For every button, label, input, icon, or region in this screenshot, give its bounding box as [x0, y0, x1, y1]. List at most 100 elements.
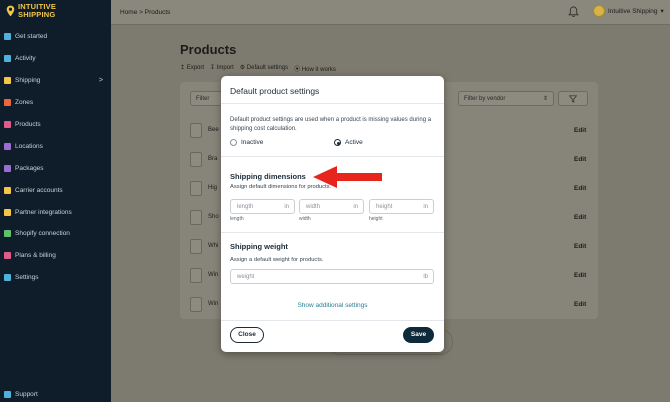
sidebar-item-locations[interactable]: Locations: [0, 135, 111, 157]
funnel-icon: [569, 95, 577, 103]
shipping-weight-title: Shipping weight: [230, 242, 288, 251]
edit-link[interactable]: Edit: [574, 301, 586, 308]
product-thumbnail: [190, 210, 202, 225]
height-field[interactable]: height in: [369, 199, 434, 214]
bell-icon[interactable]: [568, 6, 579, 18]
sidebar-item-label: Shipping: [15, 77, 41, 85]
edit-link[interactable]: Edit: [574, 272, 586, 279]
default-product-settings-modal: Default product settings Default product…: [221, 76, 444, 352]
topbar: Home > Products Intuitive Shipping ▾: [111, 0, 670, 25]
sidebar-item-zones[interactable]: Zones: [0, 92, 111, 114]
product-thumbnail: [190, 181, 202, 196]
locations-icon: [4, 142, 11, 150]
sidebar-item-carrier-accounts[interactable]: Carrier accounts: [0, 179, 111, 201]
modal-header: Default product settings: [221, 76, 444, 104]
brand-line-2: SHIPPING: [18, 10, 56, 19]
user-menu[interactable]: Intuitive Shipping ▾: [593, 5, 664, 17]
weight-placeholder: weight: [237, 274, 255, 280]
brand-logo[interactable]: INTUITIVE SHIPPING: [6, 3, 56, 19]
edit-link[interactable]: Edit: [574, 185, 586, 192]
edit-link[interactable]: Edit: [574, 127, 586, 134]
weight-unit: lb: [423, 274, 428, 280]
product-thumbnail: [190, 123, 202, 138]
edit-link[interactable]: Edit: [574, 243, 586, 250]
length-field[interactable]: length in: [230, 199, 295, 214]
radio-button[interactable]: [230, 139, 237, 146]
height-label: height: [369, 216, 383, 222]
sidebar-item-label: Get started: [15, 33, 48, 41]
billing-icon: [4, 252, 11, 260]
support-icon: [4, 391, 11, 399]
sidebar-item-label: Products: [15, 121, 41, 128]
edit-link[interactable]: Edit: [574, 214, 586, 221]
how-it-works-button[interactable]: ⦿ How it works: [294, 64, 336, 73]
sidebar-item-shopify-connection[interactable]: Shopify connection: [0, 223, 111, 245]
sidebar-item-products[interactable]: Products: [0, 114, 111, 136]
avatar: [593, 5, 605, 17]
page-actions: ↥ Export ↧ Import ⚙ Default settings ⦿ H…: [180, 64, 336, 73]
annotation-arrow-icon: [313, 166, 382, 188]
chevron-right-icon: >: [98, 77, 103, 85]
sidebar-item-label: Activity: [15, 55, 36, 63]
import-button[interactable]: ↧ Import: [210, 64, 234, 73]
divider: [221, 320, 444, 321]
sidebar-item-partner-integrations[interactable]: Partner integrations: [0, 201, 111, 223]
height-placeholder: height: [376, 204, 393, 210]
shipping-dimensions-title: Shipping dimensions: [230, 172, 306, 181]
edit-link[interactable]: Edit: [574, 156, 586, 163]
width-field[interactable]: width in: [299, 199, 364, 214]
save-button[interactable]: Save: [403, 327, 434, 343]
integrations-icon: [4, 208, 11, 216]
sidebar-item-label: Shopify connection: [15, 230, 70, 238]
sidebar: INTUITIVE SHIPPING Get started Activity …: [0, 0, 111, 402]
sidebar-item-shipping[interactable]: Shipping >: [0, 70, 111, 92]
product-name: Sho: [208, 214, 219, 220]
key-icon: [4, 186, 11, 194]
sidebar-item-settings[interactable]: Settings: [0, 267, 111, 289]
sidebar-item-label: Partner integrations: [15, 208, 72, 216]
product-name: Bra: [208, 156, 218, 162]
show-additional-settings-link[interactable]: Show additional settings: [221, 302, 444, 309]
radio-active[interactable]: Active: [334, 139, 363, 146]
radio-inactive-label: Inactive: [241, 139, 264, 146]
height-unit: in: [423, 204, 428, 210]
sidebar-item-label: Support: [15, 391, 38, 399]
sidebar-item-support[interactable]: Support: [0, 384, 111, 402]
sidebar-item-label: Packages: [15, 164, 44, 172]
product-name: Win: [208, 272, 219, 278]
length-placeholder: length: [237, 204, 254, 210]
product-thumbnail: [190, 268, 202, 283]
filter-button[interactable]: [558, 91, 588, 106]
vendor-filter-select[interactable]: Filter by vendor ⇕: [458, 91, 554, 106]
close-button[interactable]: Close: [230, 327, 264, 343]
breadcrumb[interactable]: Home > Products: [120, 9, 170, 16]
shirt-icon: [4, 121, 11, 128]
product-name: Bee: [208, 127, 219, 133]
length-label: length: [230, 216, 244, 222]
location-pin-icon: [6, 5, 15, 17]
sidebar-item-packages[interactable]: Packages: [0, 157, 111, 179]
activity-icon: [4, 55, 11, 63]
sidebar-item-label: Settings: [15, 274, 39, 282]
weight-field[interactable]: weight lb: [230, 269, 434, 284]
width-label: width: [299, 216, 311, 222]
radio-inactive[interactable]: Inactive: [230, 139, 263, 146]
product-thumbnail: [190, 239, 202, 254]
page-title: Products: [180, 42, 237, 57]
sidebar-item-label: Plans & billing: [15, 252, 56, 260]
sidebar-nav: Get started Activity Shipping > Zones Pro…: [0, 26, 111, 289]
sidebar-item-plans-billing[interactable]: Plans & billing: [0, 245, 111, 267]
product-thumbnail: [190, 297, 202, 312]
length-unit: in: [284, 204, 289, 210]
export-button[interactable]: ↥ Export: [180, 64, 204, 73]
shopify-icon: [4, 230, 11, 238]
vendor-filter-label: Filter by vendor: [464, 96, 506, 102]
width-unit: in: [353, 204, 358, 210]
radio-button-selected[interactable]: [334, 139, 341, 146]
sidebar-item-activity[interactable]: Activity: [0, 48, 111, 70]
sidebar-item-label: Locations: [15, 142, 43, 150]
default-settings-button[interactable]: ⚙ Default settings: [240, 64, 288, 73]
product-name: Whi: [208, 243, 219, 249]
sidebar-item-get-started[interactable]: Get started: [0, 26, 111, 48]
modal-description: Default product settings are used when a…: [230, 117, 432, 132]
